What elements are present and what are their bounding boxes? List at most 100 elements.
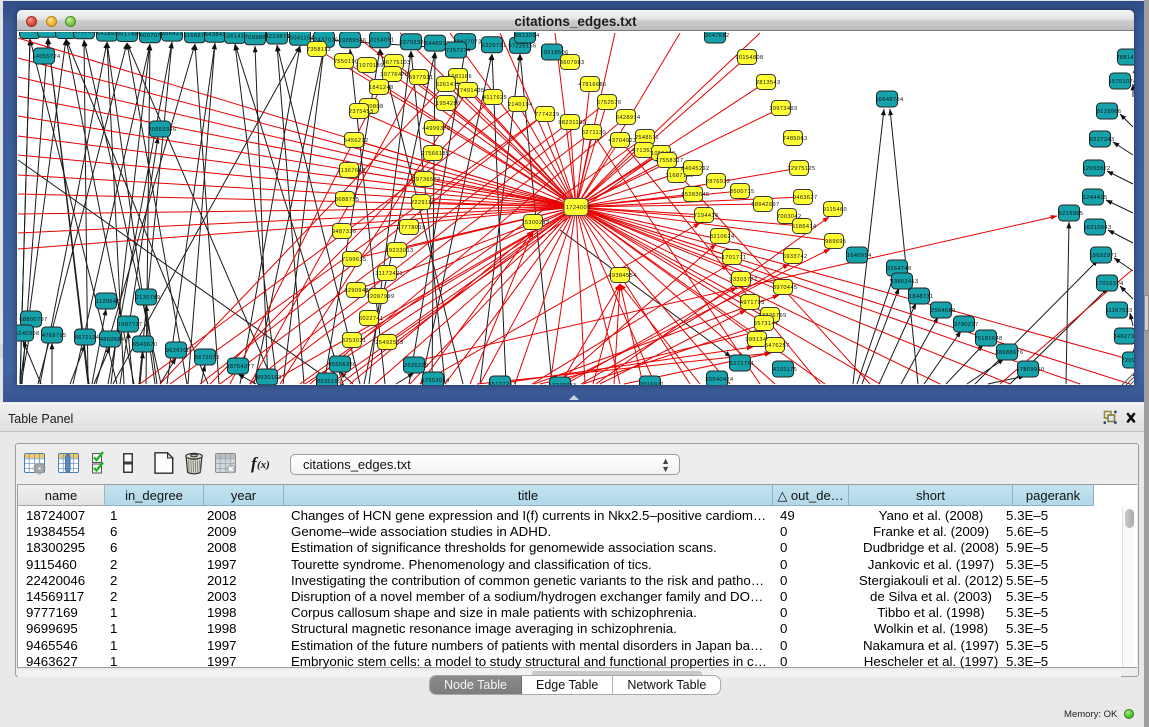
svg-text:83863413: 83863413	[890, 279, 918, 285]
svg-text:19736572: 19736572	[412, 177, 440, 183]
svg-text:5186414: 5186414	[792, 224, 817, 230]
svg-text:11167533: 11167533	[1105, 308, 1132, 314]
svg-text:4971793: 4971793	[740, 300, 765, 306]
svg-text:15692971: 15692971	[1089, 253, 1117, 259]
svg-text:5977931: 5977931	[409, 75, 434, 81]
svg-text:19233013: 19233013	[385, 248, 413, 254]
svg-text:3607983: 3607983	[560, 60, 585, 66]
svg-text:1120642: 1120642	[96, 299, 120, 305]
svg-text:38754377: 38754377	[226, 364, 254, 370]
svg-text:1701771: 1701771	[722, 255, 747, 261]
svg-text:12975125: 12975125	[787, 166, 815, 172]
svg-text:1841248: 1841248	[369, 85, 394, 91]
svg-text:7357274: 7357274	[446, 48, 471, 54]
svg-text:25492573: 25492573	[375, 340, 403, 346]
svg-text:58942697: 58942697	[751, 202, 779, 208]
svg-text:8930103: 8930103	[257, 375, 282, 381]
svg-text:6229731: 6229731	[482, 43, 507, 49]
svg-text:65177213: 65177213	[488, 382, 516, 385]
svg-text:4191175: 4191175	[773, 367, 797, 373]
svg-text:12093822: 12093822	[1082, 166, 1110, 172]
svg-text:34627347: 34627347	[1113, 334, 1134, 340]
svg-text:15300213: 15300213	[521, 220, 549, 226]
svg-text:9517485: 9517485	[117, 32, 142, 38]
svg-text:3790237: 3790237	[954, 322, 979, 328]
svg-text:2876932: 2876932	[706, 179, 731, 185]
svg-text:9129966: 9129966	[1097, 109, 1122, 115]
svg-text:71070189: 71070189	[355, 63, 383, 69]
svg-text:6271130: 6271130	[582, 130, 606, 136]
svg-text:8935169: 8935169	[317, 379, 342, 385]
svg-text:44999379: 44999379	[422, 126, 450, 132]
svg-text:4117625: 4117625	[483, 95, 507, 101]
svg-text:83793389: 83793389	[399, 40, 427, 46]
svg-text:3253031: 3253031	[342, 338, 367, 344]
svg-text:27778019: 27778019	[397, 225, 425, 231]
svg-text:2626229: 2626229	[404, 363, 429, 369]
svg-text:2229110: 2229110	[411, 200, 435, 206]
svg-text:16210643: 16210643	[1083, 225, 1111, 231]
svg-text:1640954: 1640954	[847, 253, 872, 259]
svg-text:84045292: 84045292	[681, 166, 709, 172]
svg-text:16648784: 16648784	[875, 97, 903, 103]
svg-text:6007072: 6007072	[140, 33, 165, 39]
svg-text:30776478: 30776478	[380, 72, 408, 78]
svg-text:97225156: 97225156	[508, 43, 536, 49]
svg-text:93303777: 93303777	[729, 277, 757, 283]
svg-text:8612220: 8612220	[74, 32, 99, 35]
svg-text:92097999: 92097999	[366, 294, 394, 300]
svg-text:2140194: 2140194	[508, 102, 533, 108]
svg-text:28814949: 28814949	[1116, 55, 1134, 61]
svg-text:1244415: 1244415	[1083, 195, 1108, 201]
svg-text:5428914: 5428914	[616, 115, 641, 121]
svg-text:19289546: 19289546	[338, 38, 366, 44]
svg-text:17270733: 17270733	[548, 383, 576, 385]
svg-text:1724009: 1724009	[566, 205, 591, 211]
svg-text:68800797: 68800797	[19, 317, 47, 323]
svg-text:7194416: 7194416	[694, 213, 719, 219]
svg-text:5456272: 5456272	[344, 138, 369, 144]
svg-text:9463627: 9463627	[793, 195, 818, 201]
svg-text:9227343: 9227343	[1090, 137, 1115, 143]
svg-text:2548511: 2548511	[635, 135, 659, 141]
svg-text:20053346: 20053346	[148, 127, 176, 133]
svg-text:2016911: 2016911	[640, 382, 664, 385]
svg-text:989695: 989695	[825, 239, 846, 245]
svg-text:2047682: 2047682	[705, 33, 730, 39]
svg-text:31172421: 31172421	[375, 271, 403, 277]
svg-text:27558317: 27558317	[655, 158, 683, 164]
svg-text:1987737: 1987737	[118, 322, 143, 328]
svg-text:9626108: 9626108	[166, 348, 191, 354]
svg-text:6933742: 6933742	[783, 254, 808, 260]
svg-text:2813543: 2813543	[756, 80, 781, 86]
svg-text:98231132: 98231132	[558, 120, 586, 126]
svg-text:6752576: 6752576	[597, 100, 622, 106]
svg-text:66775103: 66775103	[382, 60, 410, 66]
svg-text:3970445: 3970445	[773, 285, 798, 291]
svg-text:9487336: 9487336	[332, 229, 357, 235]
svg-text:17016504: 17016504	[1095, 281, 1123, 287]
svg-text:6543670: 6543670	[133, 342, 158, 348]
svg-text:10973493: 10973493	[769, 106, 797, 112]
svg-text:14055724: 14055724	[32, 54, 60, 60]
svg-text:3154051: 3154051	[370, 38, 395, 44]
svg-text:5171761: 5171761	[730, 361, 755, 367]
svg-text:10154808: 10154808	[735, 55, 763, 61]
svg-text:3500715: 3500715	[730, 189, 755, 195]
svg-text:2375453: 2375453	[349, 109, 374, 115]
svg-text:35556386: 35556386	[328, 362, 356, 368]
svg-text:4860684: 4860684	[100, 337, 125, 343]
svg-text:6022741: 6022741	[359, 316, 384, 322]
svg-text:85283645: 85283645	[681, 192, 709, 198]
svg-text:43704923: 43704923	[608, 138, 636, 144]
svg-text:5041154: 5041154	[290, 35, 314, 41]
svg-text:(x): (x)	[257, 459, 270, 471]
svg-text:4769795: 4769795	[42, 333, 67, 339]
svg-text:5672073: 5672073	[195, 355, 220, 361]
svg-text:55540424: 55540424	[705, 377, 733, 383]
svg-text:75181648: 75181648	[974, 336, 1002, 342]
svg-text:15751074: 15751074	[1108, 79, 1134, 85]
svg-text:5215955: 5215955	[1059, 211, 1084, 217]
svg-text:2130789: 2130789	[136, 295, 161, 301]
svg-text:7774229: 7774229	[535, 112, 560, 118]
